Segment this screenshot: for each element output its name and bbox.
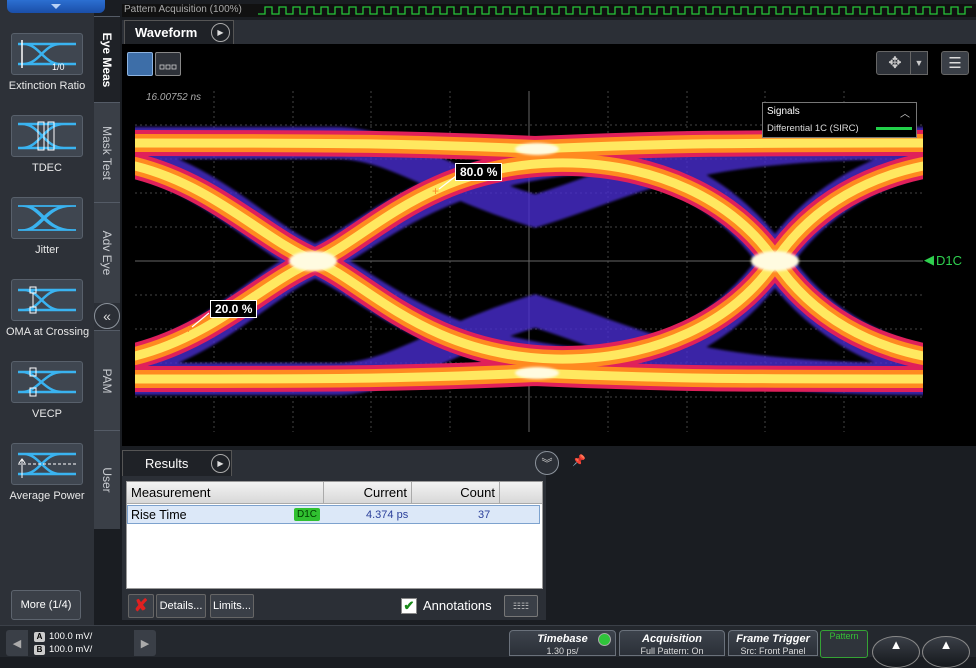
more-measurements-button[interactable]: More (1/4): [11, 590, 81, 620]
frame-trigger-value: Src: Front Panel: [740, 646, 806, 656]
measurement-name: Rise Time: [131, 508, 187, 522]
signals-legend[interactable]: Signals ︿ Differential 1C (SIRC): [762, 102, 917, 138]
acquisition-title: Acquisition: [642, 633, 702, 645]
tab-mask-test[interactable]: Mask Test: [94, 102, 120, 203]
tab-pam[interactable]: PAM: [94, 330, 120, 431]
toolbar-collapse-tab[interactable]: [7, 0, 105, 13]
jitter-button[interactable]: Jitter: [6, 197, 88, 275]
play-icon[interactable]: ▶: [211, 23, 230, 42]
annotation-20-percent: 20.0 %: [210, 300, 258, 318]
pattern-acquisition-strip: [122, 4, 976, 17]
column-header-current[interactable]: Current: [324, 482, 412, 504]
pattern-title: Pattern: [829, 631, 859, 641]
play-icon[interactable]: ▶: [211, 454, 230, 473]
oma-icon: [11, 279, 83, 321]
timebase-status-led: [598, 633, 611, 646]
jitter-label: Jitter: [35, 244, 59, 256]
vecp-button[interactable]: VECP: [6, 361, 88, 439]
chevron-down-icon[interactable]: ▼: [910, 51, 928, 75]
frame-trigger-title: Frame Trigger: [736, 633, 810, 645]
channel-b-scale[interactable]: B 100.0 mV/: [34, 644, 92, 655]
frame-trigger-panel[interactable]: Frame Trigger Src: Front Panel: [728, 630, 818, 656]
chevron-up-icon[interactable]: ︿: [900, 105, 910, 120]
details-button[interactable]: Details...: [156, 594, 206, 618]
column-header-count[interactable]: Count: [412, 482, 500, 504]
tdec-button[interactable]: TDEC: [6, 115, 88, 193]
svg-text:1/0: 1/0: [52, 62, 65, 72]
eye-diagram-display[interactable]: [135, 91, 923, 432]
chevron-left-icon: ◀: [12, 637, 22, 650]
vecp-label: VECP: [32, 408, 62, 420]
vertical-tab-strip: Eye Meas Mask Test Adv Eye PAM User: [94, 16, 120, 529]
oma-at-crossing-button[interactable]: OMA at Crossing: [6, 279, 90, 357]
pin-icon[interactable]: 📌: [572, 454, 586, 467]
extinction-ratio-button[interactable]: 1/0 Extinction Ratio: [6, 33, 88, 111]
scroll-right-button[interactable]: ▶: [134, 630, 156, 656]
run-button[interactable]: ▲: [872, 636, 920, 668]
pattern-panel[interactable]: Pattern: [820, 630, 868, 658]
annotation-leader-line: [191, 312, 210, 328]
double-chevron-left-icon: «: [103, 308, 111, 324]
tabbed-graph-layout-button[interactable]: [155, 52, 181, 76]
tab-adv-eye[interactable]: Adv Eye: [94, 202, 120, 303]
annotations-checkbox[interactable]: ✔: [401, 598, 417, 614]
close-icon: ✘: [133, 596, 149, 615]
double-chevron-down-icon[interactable]: ︾: [535, 451, 559, 475]
single-graph-layout-button[interactable]: [127, 52, 153, 76]
timebase-value: 1.30 ps/: [546, 646, 579, 656]
time-position-label: 16.00752 ns: [146, 92, 202, 103]
waveform-header: [122, 20, 976, 44]
extinction-ratio-icon: 1/0: [11, 33, 83, 75]
channel-level-marker[interactable]: ◀ D1C: [924, 252, 962, 268]
signal-color-swatch: [876, 127, 912, 130]
average-power-button[interactable]: Average Power: [6, 443, 88, 521]
triangle-up-icon: ▲: [889, 637, 903, 652]
count-value: 37: [478, 509, 491, 521]
channel-marker-label: D1C: [936, 252, 963, 268]
chevron-right-icon: ▶: [140, 637, 150, 650]
scroll-left-button[interactable]: ◀: [6, 630, 28, 656]
menu-icon[interactable]: ☰: [941, 51, 969, 75]
source-badge: D1C: [294, 508, 321, 521]
annotations-label: Annotations: [423, 598, 492, 613]
oma-at-crossing-label: OMA at Crossing: [6, 326, 90, 338]
delete-measurement-button[interactable]: ✘: [128, 594, 154, 618]
annotation-80-percent: 80.0 %: [455, 163, 503, 181]
results-tab-label: Results: [145, 456, 189, 471]
average-power-icon: [11, 443, 83, 485]
channel-a-scale[interactable]: A 100.0 mV/: [34, 631, 92, 642]
collapse-panel-button[interactable]: «: [94, 303, 120, 329]
tdec-icon: [11, 115, 83, 157]
table-view-icon[interactable]: ☷☷: [504, 595, 538, 617]
signal-entry-label: Differential 1C (SIRC): [767, 123, 859, 134]
acquisition-value: Full Pattern: On: [640, 646, 704, 656]
average-power-label: Average Power: [9, 490, 85, 502]
triangle-left-icon: ◀: [924, 252, 934, 267]
signals-legend-title: Signals: [767, 106, 800, 117]
extinction-ratio-label: Extinction Ratio: [8, 80, 86, 92]
waveform-tab-label: Waveform: [135, 25, 198, 40]
tab-eye-meas[interactable]: Eye Meas: [94, 16, 120, 103]
column-header-measurement[interactable]: Measurement: [127, 482, 324, 504]
triangle-up-icon: ▲: [939, 637, 953, 652]
tab-user[interactable]: User: [94, 430, 120, 529]
pattern-acquisition-label: Pattern Acquisition (100%): [124, 4, 242, 15]
current-value: 4.374 ps: [366, 509, 409, 521]
results-side-area: [546, 450, 976, 625]
table-row[interactable]: Rise Time D1C 4.374 ps 37: [127, 505, 540, 524]
move-icon[interactable]: ✥: [876, 51, 914, 75]
vecp-icon: [11, 361, 83, 403]
results-table: Measurement Current Count Rise Time D1C …: [126, 481, 543, 589]
tdec-label: TDEC: [32, 162, 62, 174]
limits-button[interactable]: Limits...: [210, 594, 254, 618]
jitter-icon: [11, 197, 83, 239]
column-header-blank: [500, 482, 542, 504]
stop-button[interactable]: ▲: [922, 636, 970, 668]
acquisition-panel[interactable]: Acquisition Full Pattern: On: [619, 630, 725, 656]
